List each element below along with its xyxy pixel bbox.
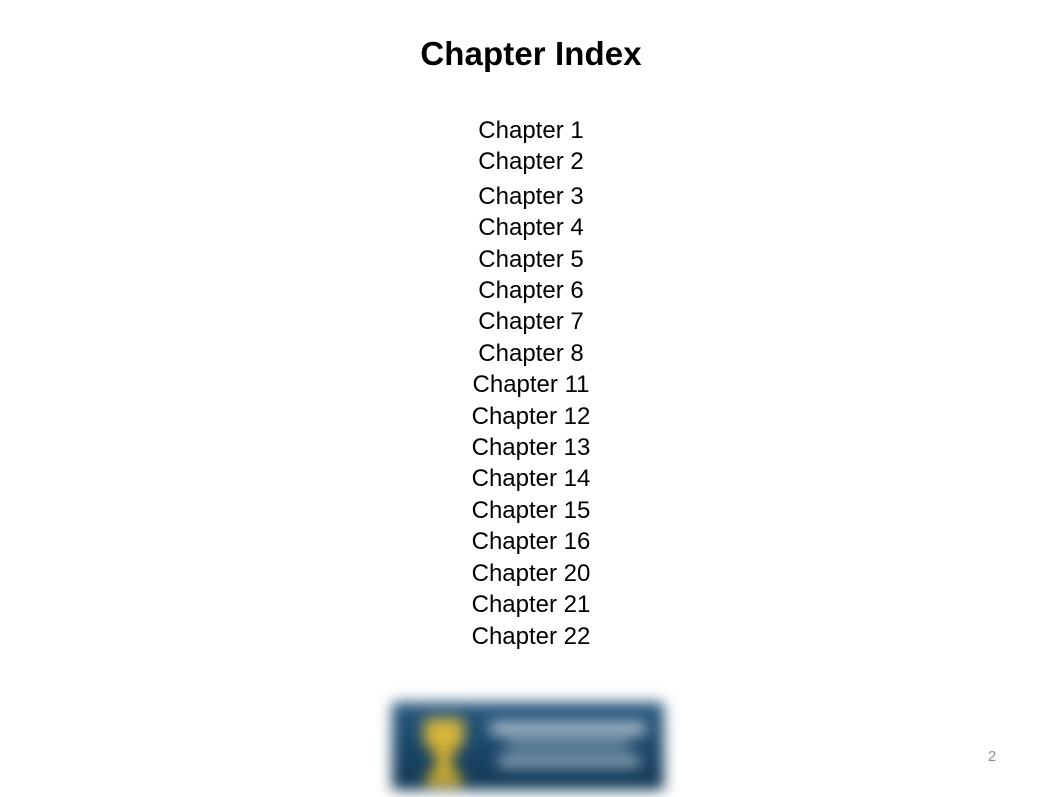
page-title: Chapter Index (420, 35, 642, 72)
list-item[interactable]: Chapter 14 (0, 463, 1062, 494)
list-item[interactable]: Chapter 3 (0, 181, 1062, 212)
list-item[interactable]: Chapter 11 (0, 369, 1062, 400)
page-number: 2 (987, 748, 997, 765)
university-logo-image (383, 694, 671, 797)
list-item[interactable]: Chapter 1 (0, 115, 1062, 146)
list-item[interactable]: Chapter 6 (0, 275, 1062, 306)
crest-icon (422, 718, 466, 788)
list-item[interactable]: Chapter 8 (0, 338, 1062, 369)
list-item[interactable]: Chapter 15 (0, 495, 1062, 526)
list-item[interactable]: Chapter 7 (0, 306, 1062, 337)
logo-plate (392, 702, 664, 790)
list-item[interactable]: Chapter 20 (0, 558, 1062, 589)
list-item[interactable]: Chapter 22 (0, 621, 1062, 652)
list-item[interactable]: Chapter 4 (0, 212, 1062, 243)
list-item[interactable]: Chapter 2 (0, 146, 1062, 177)
list-item[interactable]: Chapter 16 (0, 526, 1062, 557)
slide-canvas: Chapter Index Chapter 1 Chapter 2 Chapte… (0, 0, 1062, 797)
list-item[interactable]: Chapter 13 (0, 432, 1062, 463)
list-item[interactable]: Chapter 21 (0, 589, 1062, 620)
list-item[interactable]: Chapter 12 (0, 401, 1062, 432)
chapter-index-list: Chapter 1 Chapter 2 Chapter 3 Chapter 4 … (0, 115, 1062, 652)
list-item[interactable]: Chapter 5 (0, 244, 1062, 275)
logo-wordmark (484, 720, 652, 776)
university-logo (383, 694, 671, 797)
